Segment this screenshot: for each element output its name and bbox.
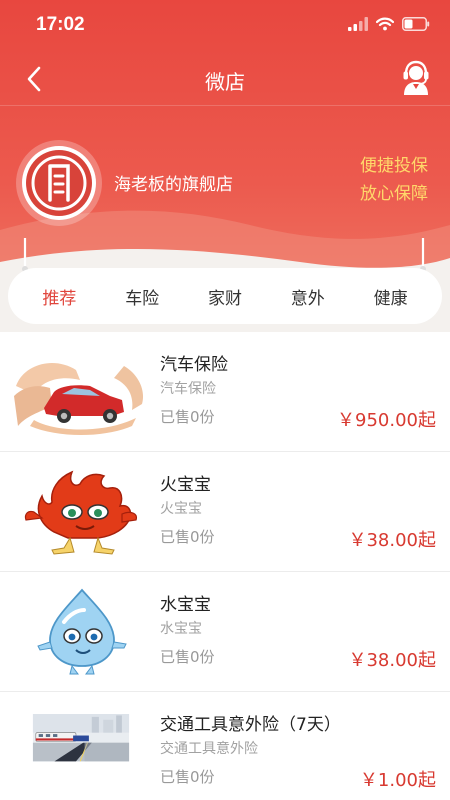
product-item[interactable]: 汽车保险 汽车保险 已售0份 ￥950.00起: [0, 332, 450, 452]
shop-name: 海老板的旗舰店: [114, 175, 233, 195]
battery-icon: [402, 17, 430, 31]
status-icons: [348, 17, 430, 31]
product-subtitle: 火宝宝: [160, 501, 202, 517]
product-price: ￥950.00起: [337, 410, 436, 431]
product-sold-count: 已售0份: [160, 768, 215, 786]
traffic-station-image: [32, 714, 130, 762]
product-title: 交通工具意外险（7天）: [160, 715, 341, 735]
slogan-line-1: 便捷投保: [360, 156, 428, 176]
tab-recommend[interactable]: 推荐: [42, 284, 76, 309]
product-subtitle: 水宝宝: [160, 621, 202, 637]
category-tabs: 推荐 车险 家财 意外 健康: [8, 268, 442, 324]
product-title: 火宝宝: [160, 475, 211, 495]
product-title: 汽车保险: [160, 355, 228, 375]
tab-health[interactable]: 健康: [374, 284, 408, 309]
slogan-line-2: 放心保障: [360, 184, 428, 204]
water-mascot-image: [14, 586, 148, 678]
tab-home-property[interactable]: 家财: [208, 284, 242, 309]
status-bar: 17:02: [0, 0, 450, 52]
product-price: ￥1.00起: [359, 770, 436, 791]
product-sold-count: 已售0份: [160, 408, 215, 426]
tab-car-insurance[interactable]: 车险: [125, 284, 159, 309]
page-title: 微店: [205, 70, 245, 94]
product-price: ￥38.00起: [348, 530, 436, 551]
micro-shop-screen: 17:02 微店 海老板的旗舰店 便捷投保 放心保障 推荐 车险 家财 意外 健…: [0, 0, 450, 800]
tab-accident[interactable]: 意外: [291, 284, 325, 309]
status-time: 17:02: [36, 14, 85, 35]
navigation-bar: 微店: [0, 52, 450, 106]
product-price: ￥38.00起: [348, 650, 436, 671]
shop-logo-emblem: [26, 150, 92, 216]
fire-mascot-image: [14, 466, 148, 558]
product-title: 水宝宝: [160, 595, 211, 615]
signal-icon: [348, 17, 368, 31]
shop-logo: [22, 146, 96, 220]
product-item[interactable]: 火宝宝 火宝宝 已售0份 ￥38.00起: [0, 452, 450, 572]
product-list: 汽车保险 汽车保险 已售0份 ￥950.00起 火宝宝 火宝宝 已售0份 ￥38…: [0, 332, 450, 800]
product-item[interactable]: 水宝宝 水宝宝 已售0份 ￥38.00起: [0, 572, 450, 692]
product-sold-count: 已售0份: [160, 648, 215, 666]
shop-slogan: 便捷投保 放心保障: [360, 152, 428, 208]
customer-service-icon[interactable]: [400, 60, 432, 96]
product-item[interactable]: 交通工具意外险（7天） 交通工具意外险 已售0份 ￥1.00起: [0, 692, 450, 800]
product-subtitle: 交通工具意外险: [160, 741, 258, 757]
product-sold-count: 已售0份: [160, 528, 215, 546]
wifi-icon: [376, 17, 394, 31]
car-insurance-image: [14, 346, 148, 438]
product-subtitle: 汽车保险: [160, 381, 216, 397]
